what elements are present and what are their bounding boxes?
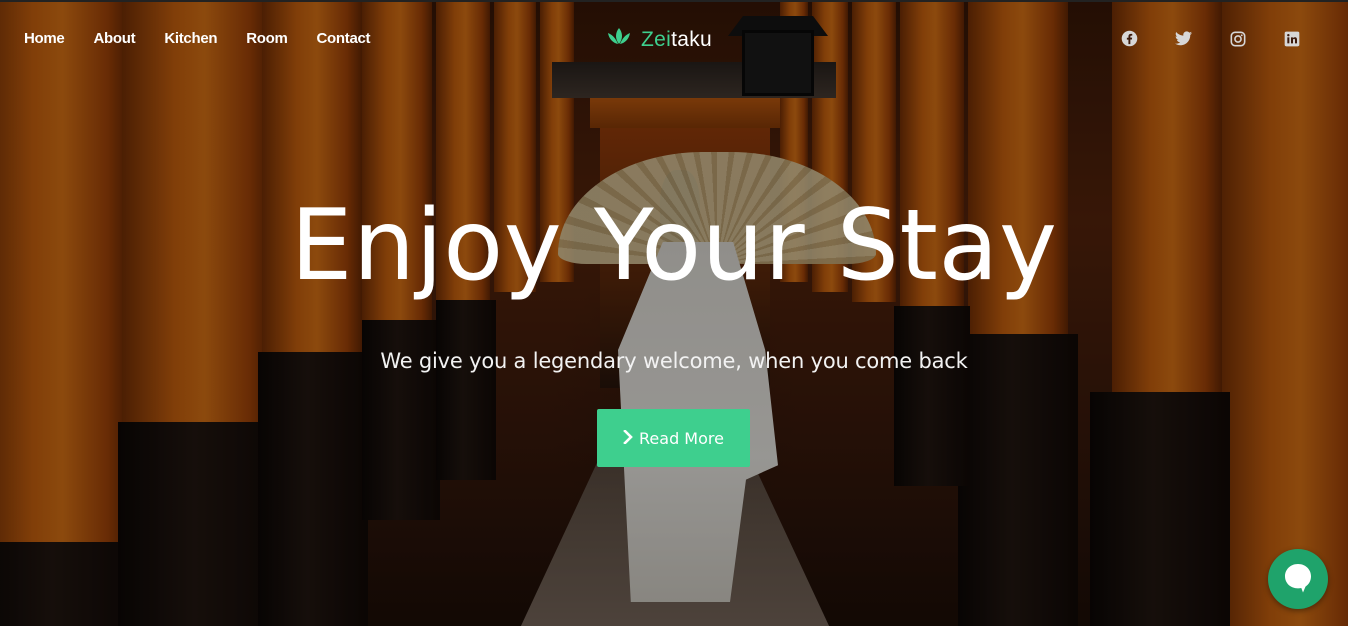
instagram-icon[interactable] — [1229, 30, 1246, 47]
main-nav: Home About Kitchen Room Contact — [24, 30, 399, 48]
dark-overlay — [0, 2, 1348, 626]
hero-subline: We give you a legendary welcome, when yo… — [380, 349, 968, 373]
nav-home[interactable]: Home — [24, 30, 65, 48]
brand-name-rest: taku — [671, 27, 712, 51]
read-more-button[interactable]: Read More — [597, 409, 750, 467]
nav-kitchen[interactable]: Kitchen — [164, 30, 217, 48]
chat-widget-button[interactable] — [1268, 549, 1328, 609]
hero-headline: Enjoy Your Stay — [290, 189, 1058, 303]
brand-name: Zeitaku — [641, 28, 712, 52]
hero-background-image — [0, 2, 1348, 626]
nav-room[interactable]: Room — [246, 30, 288, 48]
facebook-icon[interactable] — [1121, 30, 1138, 47]
twitter-icon[interactable] — [1175, 30, 1192, 47]
nav-about[interactable]: About — [93, 30, 135, 48]
brand-logo[interactable]: Zeitaku — [605, 26, 712, 53]
chevron-right-icon — [623, 428, 633, 448]
brand-name-accent: Zei — [641, 27, 672, 51]
linkedin-icon[interactable] — [1283, 30, 1300, 47]
read-more-label: Read More — [639, 428, 724, 448]
lotus-icon — [605, 26, 633, 53]
hero-section: Home About Kitchen Room Contact Zeitaku — [0, 0, 1348, 626]
chat-bubble-icon — [1283, 562, 1313, 597]
social-links — [1121, 30, 1300, 47]
nav-contact[interactable]: Contact — [317, 30, 371, 48]
